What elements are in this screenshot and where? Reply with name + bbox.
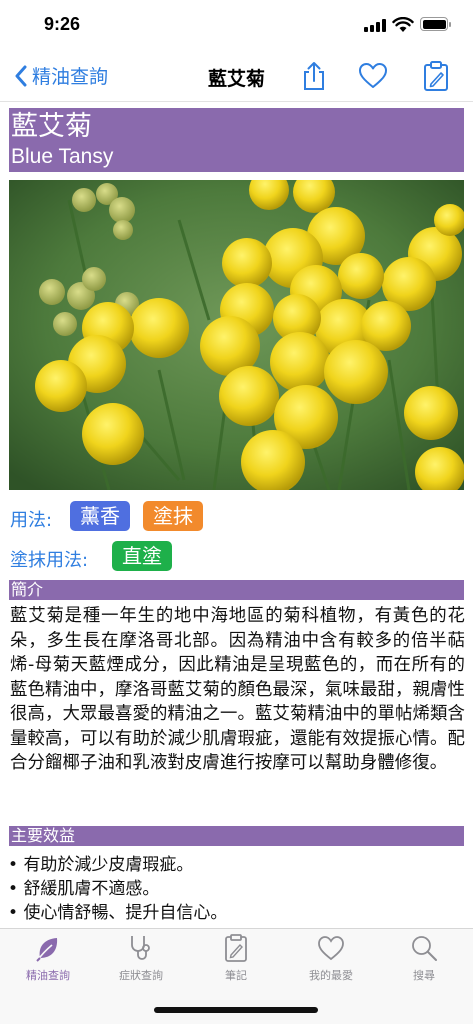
back-button[interactable]: 精油查詢 <box>14 62 108 89</box>
wifi-icon <box>392 17 414 32</box>
note-edit-icon[interactable] <box>421 60 451 92</box>
navigation-bar: 精油查詢 藍艾菊 <box>0 50 473 102</box>
stethoscope-icon <box>131 936 150 960</box>
intro-text: 藍艾菊是種一年生的地中海地區的菊科植物，有黃色的花朵，多生長在摩洛哥北部。因為精… <box>10 606 465 773</box>
usage-tag-aroma[interactable]: 薰香 <box>70 501 130 531</box>
chevron-left-icon <box>15 65 27 86</box>
oil-plant-photo <box>9 180 464 490</box>
tab-label: 筆記 <box>225 969 247 982</box>
leaf-icon <box>36 938 58 962</box>
benefits-list: 有助於減少皮膚瑕疵。 舒緩肌膚不適感。 使心情舒暢、提升自信心。 <box>8 853 463 925</box>
search-icon <box>412 936 437 961</box>
topical-tag-direct[interactable]: 直塗 <box>112 541 172 571</box>
tab-notes[interactable]: 筆記 <box>196 933 276 983</box>
tab-label: 我的最愛 <box>309 969 353 982</box>
tab-oil-search[interactable]: 精油查詢 <box>8 933 88 983</box>
tab-label: 搜尋 <box>413 969 435 982</box>
usage-label: 用法: <box>10 510 53 531</box>
clipboard-icon <box>225 934 247 962</box>
heart-icon <box>318 936 344 961</box>
oil-name-chinese: 藍艾菊 <box>11 111 92 142</box>
tab-favorites[interactable]: 我的最愛 <box>291 933 371 983</box>
intro-heading: 簡介 <box>9 580 464 600</box>
oil-name-english: Blue Tansy <box>11 145 114 168</box>
benefits-heading: 主要效益 <box>9 826 464 846</box>
status-bar: 9:26 <box>0 0 473 48</box>
tab-label: 精油查詢 <box>26 969 70 982</box>
usage-tag-topical[interactable]: 塗抹 <box>143 501 203 531</box>
tab-symptom-search[interactable]: 症狀查詢 <box>101 933 181 983</box>
tab-search[interactable]: 搜尋 <box>384 933 464 983</box>
list-item: 有助於減少皮膚瑕疵。 <box>8 853 463 877</box>
topical-usage-label: 塗抹用法: <box>10 550 89 571</box>
list-item: 使心情舒暢、提升自信心。 <box>8 901 463 925</box>
battery-icon <box>420 17 451 31</box>
tab-label: 症狀查詢 <box>119 969 163 982</box>
heart-icon[interactable] <box>357 60 389 92</box>
list-item: 舒緩肌膚不適感。 <box>8 877 463 901</box>
status-time: 9:26 <box>44 14 81 34</box>
home-indicator <box>154 1007 318 1013</box>
oil-header: 藍艾菊 Blue Tansy <box>9 108 464 172</box>
share-icon[interactable] <box>299 60 329 92</box>
back-button-label: 精油查詢 <box>32 66 109 88</box>
signal-icon <box>364 19 386 32</box>
